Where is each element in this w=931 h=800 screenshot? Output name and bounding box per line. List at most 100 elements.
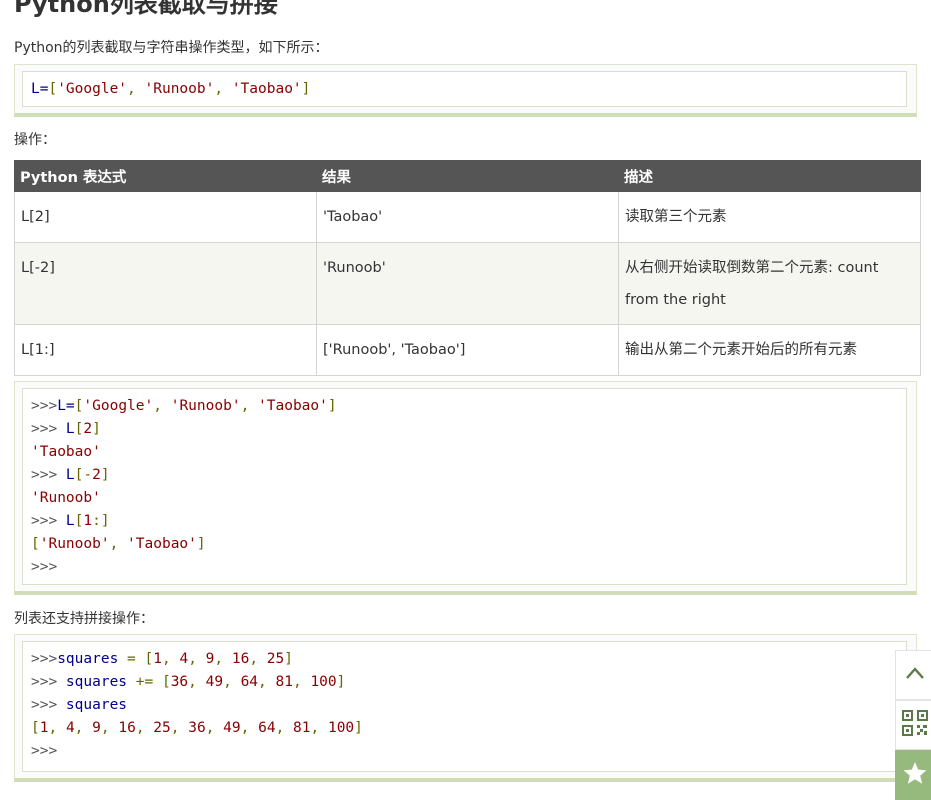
code-token: 'Runoob'	[170, 398, 241, 414]
code-token: 49	[205, 674, 224, 690]
code-token: ,	[153, 398, 171, 414]
intro-text: Python的列表截取与字符串操作类型，如下所示：	[14, 40, 329, 56]
code-token: 4	[179, 651, 189, 667]
code-token: 64	[240, 674, 259, 690]
cell-expression: L[1:]	[14, 324, 317, 376]
header-expression: Python 表达式	[14, 160, 317, 192]
code-token: 16	[231, 651, 250, 667]
code-token: L	[65, 421, 75, 437]
slice-code: >>>L=['Google', 'Runoob', 'Taobao'] >>> L…	[22, 388, 907, 585]
cell-description: 输出从第二个元素开始后的所有元素	[618, 324, 921, 376]
concat-label: 列表还支持拼接操作：	[14, 611, 154, 627]
table-header-row: Python 表达式 结果 描述	[14, 160, 921, 192]
code-token: >>>	[31, 743, 58, 759]
code-token: ]	[327, 398, 337, 414]
code-token: 'Runoob'	[144, 81, 215, 97]
code-token: ]	[354, 720, 363, 736]
code-token: 49	[223, 720, 241, 736]
code-token: 100	[310, 674, 337, 690]
code-token: 2	[92, 467, 101, 483]
code-token: ,	[74, 720, 93, 736]
cell-expression: L[2]	[14, 191, 317, 243]
page-title: Python列表截取与拼接	[14, 0, 278, 18]
qr-code-button[interactable]	[895, 700, 931, 750]
code-line: >>>L=['Google', 'Runoob', 'Taobao']	[31, 395, 898, 418]
code-line: >>> squares += [36, 49, 64, 81, 100]	[31, 671, 898, 694]
code-token: L=	[31, 81, 49, 97]
code-token: [	[31, 536, 40, 552]
code-token: 81	[275, 674, 293, 690]
chevron-up-icon	[905, 666, 925, 684]
code-token: ,	[310, 720, 328, 736]
operations-table: Python 表达式 结果 描述 L[2] 'Taobao' 读取第三个元素 L…	[14, 160, 921, 376]
code-token: ,	[48, 720, 66, 736]
code-token: 100	[327, 720, 355, 736]
code-token: :]	[92, 513, 110, 529]
code-token: 64	[258, 720, 276, 736]
table-row: L[2] 'Taobao' 读取第三个元素	[14, 191, 921, 243]
code-token: 'Taobao'	[31, 444, 101, 460]
operations-label: 操作：	[14, 132, 56, 148]
code-token: 25	[153, 720, 171, 736]
code-token: 'Google'	[83, 398, 154, 414]
back-to-top-button[interactable]	[895, 650, 931, 700]
code-token: ,	[258, 674, 276, 690]
cell-result: 'Runoob'	[316, 242, 619, 325]
cell-result: 'Taobao'	[316, 191, 619, 243]
code-token: ,	[188, 651, 206, 667]
code-token: ,	[170, 720, 189, 736]
code-token: 81	[293, 720, 311, 736]
code-token: squares	[65, 697, 128, 713]
code-token: 1	[153, 651, 162, 667]
code-token: L	[65, 513, 75, 529]
code-line: [1, 4, 9, 16, 25, 36, 49, 64, 81, 100]	[31, 717, 898, 740]
code-token: ]	[336, 674, 346, 690]
code-token: 16	[118, 720, 136, 736]
code-line: 'Taobao'	[31, 441, 898, 464]
code-token: 25	[266, 651, 285, 667]
code-token: >>>	[31, 651, 58, 667]
code-token: 4	[65, 720, 75, 736]
code-token: 'Taobao'	[231, 81, 302, 97]
code-token: ,	[214, 651, 232, 667]
code-token: L	[65, 467, 75, 483]
header-description: 描述	[618, 160, 921, 192]
code-token: [-	[74, 467, 93, 483]
star-icon	[902, 760, 928, 790]
cell-result: ['Runoob', 'Taobao']	[316, 324, 619, 376]
code-line: >>> L[1:]	[31, 510, 898, 533]
code-line: L=['Google', 'Runoob', 'Taobao']	[31, 78, 898, 101]
code-token: [	[31, 720, 40, 736]
code-token: 2	[83, 421, 93, 437]
example-code: L=['Google', 'Runoob', 'Taobao']	[22, 71, 907, 107]
code-token: ,	[127, 81, 145, 97]
code-token: >>>	[31, 513, 66, 529]
code-token: 9	[92, 720, 101, 736]
code-token: ,	[275, 720, 294, 736]
code-token: >>>	[31, 398, 58, 414]
table-row: L[-2] 'Runoob' 从右侧开始读取倒数第二个元素: count fro…	[14, 242, 921, 325]
example-code-block: L=['Google', 'Runoob', 'Taobao']	[14, 64, 917, 117]
cell-description: 读取第三个元素	[618, 191, 921, 243]
code-line: >>> L[-2]	[31, 464, 898, 487]
code-line: >>>squares = [1, 4, 9, 16, 25]	[31, 648, 898, 671]
code-token: squares	[57, 651, 128, 667]
side-toolbar	[895, 650, 931, 800]
code-token: ,	[161, 651, 180, 667]
code-token: += [	[135, 674, 171, 690]
code-token: ,	[240, 398, 259, 414]
code-token: L=	[57, 398, 75, 414]
code-token: ,	[240, 720, 259, 736]
code-line: ['Runoob', 'Taobao']	[31, 533, 898, 556]
favorite-button[interactable]	[895, 750, 931, 800]
table-row: L[1:] ['Runoob', 'Taobao'] 输出从第二个元素开始后的所…	[14, 324, 921, 376]
code-token: >>>	[31, 467, 66, 483]
header-result: 结果	[316, 160, 619, 192]
code-token: ,	[214, 81, 232, 97]
code-token: ,	[292, 674, 311, 690]
code-token: = [	[127, 651, 154, 667]
code-token: 36	[170, 674, 189, 690]
code-token: 36	[188, 720, 206, 736]
code-token: >>>	[31, 559, 58, 575]
code-token: 'Taobao'	[258, 398, 328, 414]
